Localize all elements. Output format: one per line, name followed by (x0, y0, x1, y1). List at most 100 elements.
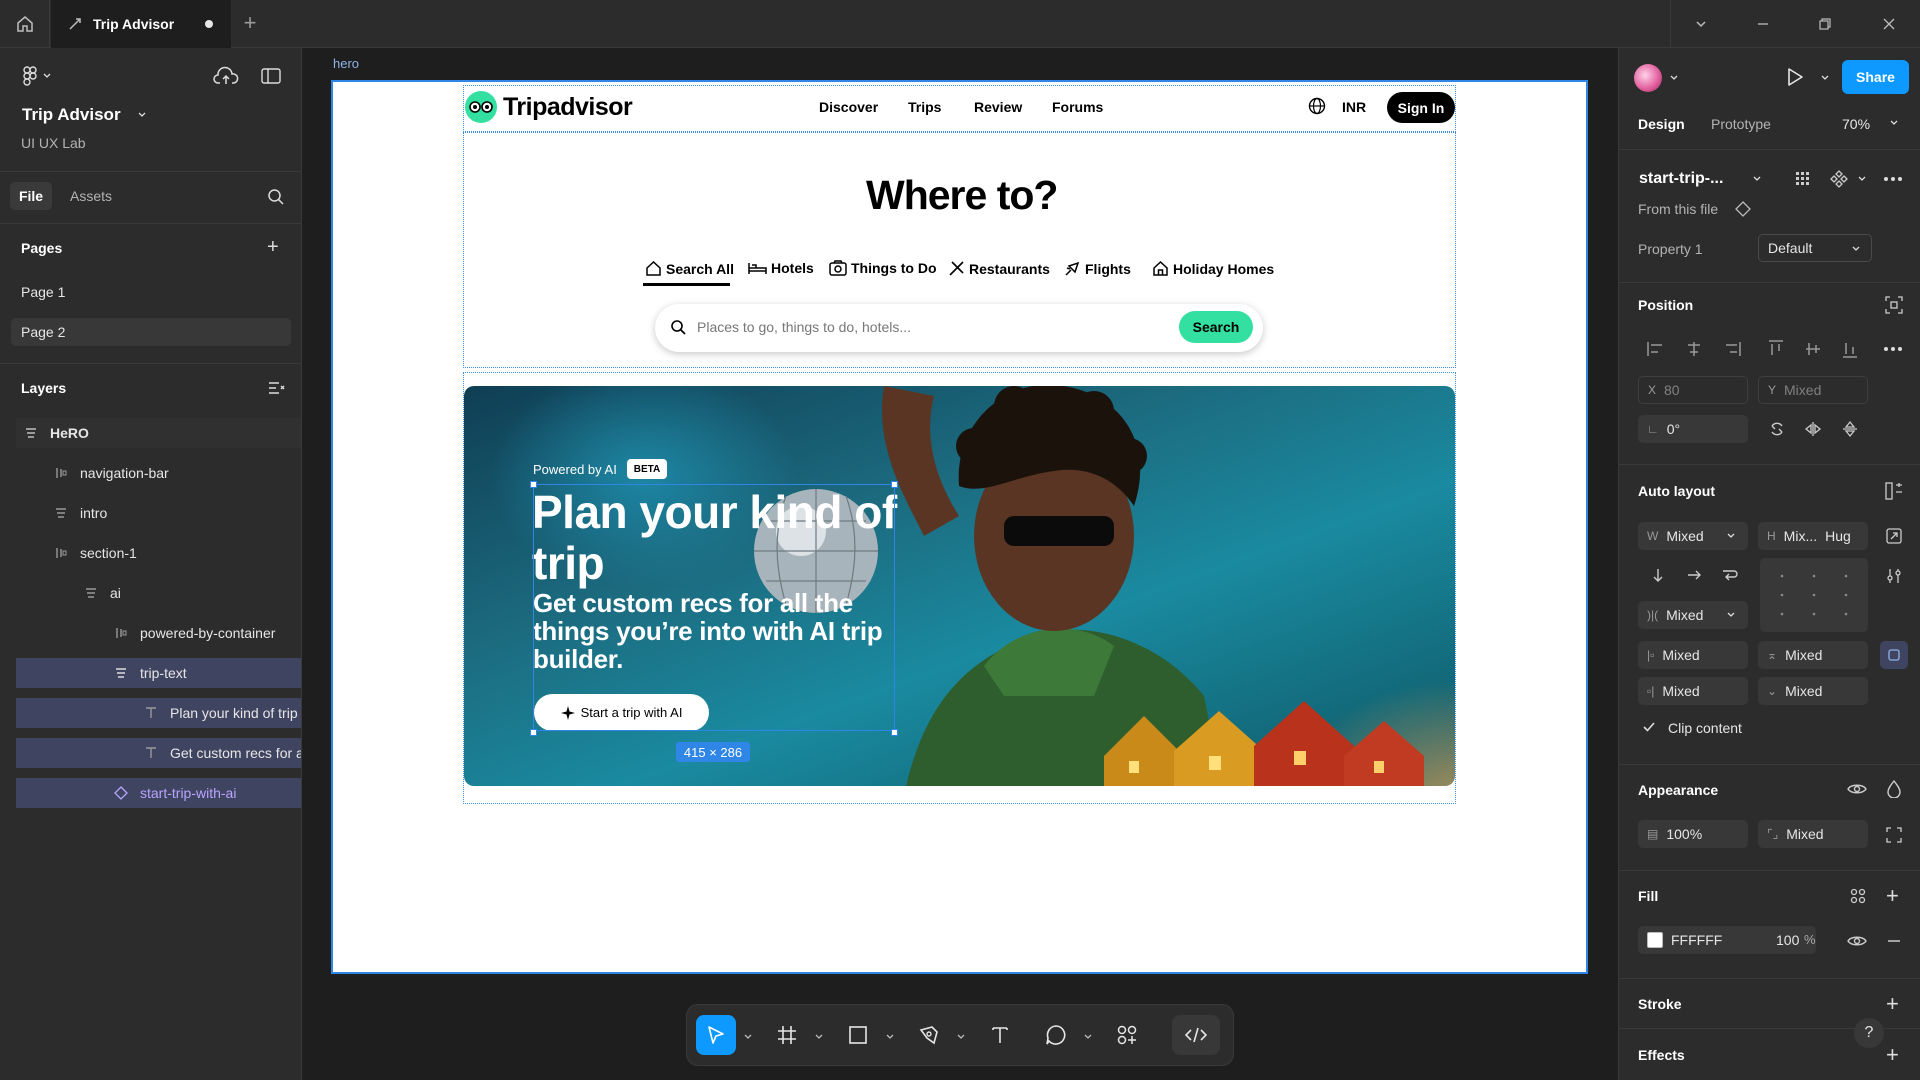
component-icon[interactable] (1829, 169, 1849, 189)
chevron-down-icon[interactable] (1669, 73, 1679, 83)
pen-tool[interactable] (909, 1015, 949, 1055)
chevron-down-icon[interactable] (1083, 1032, 1093, 1042)
dev-mode-toggle[interactable] (1172, 1015, 1220, 1055)
frame-label[interactable]: hero (333, 56, 359, 71)
chevron-down-icon[interactable] (1857, 174, 1867, 184)
add-stroke-button[interactable]: + (1886, 991, 1899, 1017)
currency-selector[interactable]: INR (1342, 99, 1366, 115)
padding-bottom-field[interactable]: ⌄ Mixed (1758, 677, 1868, 705)
color-swatch[interactable] (1647, 932, 1663, 948)
chevron-down-icon[interactable] (956, 1032, 966, 1042)
minimize-button[interactable] (1738, 0, 1788, 48)
styles-icon[interactable] (1848, 886, 1868, 906)
chevron-down-icon[interactable] (1820, 73, 1830, 83)
width-field[interactable]: W Mixed (1638, 522, 1748, 550)
new-tab-button[interactable]: + (238, 12, 262, 36)
category-holiday-homes[interactable]: Holiday Homes (1152, 260, 1274, 277)
sign-in-button[interactable]: Sign In (1387, 92, 1455, 123)
tripadvisor-logo[interactable]: Tripadvisor (465, 91, 633, 123)
avatar[interactable] (1634, 64, 1662, 92)
page-item-1[interactable]: Page 1 (11, 278, 291, 306)
remove-fill-icon[interactable] (1884, 931, 1904, 951)
toggle-sidebar-button[interactable] (261, 68, 281, 87)
resize-handle-top-left[interactable] (530, 481, 537, 488)
share-button[interactable]: Share (1842, 60, 1909, 94)
focus-frame-icon[interactable] (1884, 295, 1904, 315)
align-top-icon[interactable] (1766, 339, 1786, 359)
layer-hero[interactable]: HeRO (16, 418, 301, 448)
rotation-field[interactable]: ∟ 0° (1638, 415, 1748, 443)
category-things-to-do[interactable]: Things to Do (829, 260, 937, 276)
alignment-grid[interactable] (1760, 558, 1868, 632)
direction-vertical-icon[interactable] (1648, 565, 1668, 585)
chevron-down-icon[interactable] (814, 1032, 824, 1042)
grid-icon[interactable] (1793, 169, 1813, 189)
resize-handle-top-right[interactable] (891, 481, 898, 488)
corner-radius-field[interactable]: ⌜⌟ Mixed (1758, 820, 1868, 848)
chevron-down-icon[interactable] (1889, 118, 1899, 128)
y-field[interactable]: Y Mixed (1758, 376, 1868, 404)
align-center-vertical-icon[interactable] (1803, 339, 1823, 359)
wrap-icon[interactable] (1720, 565, 1740, 585)
flip-horizontal-icon[interactable] (1803, 419, 1823, 439)
flip-icon[interactable] (1767, 419, 1787, 439)
rectangle-tool[interactable] (838, 1015, 878, 1055)
clip-content-label[interactable]: Clip content (1668, 720, 1742, 736)
category-hotels[interactable]: Hotels (748, 260, 814, 276)
align-left-icon[interactable] (1646, 339, 1666, 359)
padding-top-field[interactable]: ⌅ Mixed (1758, 641, 1868, 669)
auto-layout-icon[interactable] (1884, 481, 1904, 501)
chevron-down-icon[interactable] (1752, 174, 1762, 184)
project-title[interactable]: Trip Advisor (22, 105, 147, 125)
resize-handle-bottom-right[interactable] (891, 729, 898, 736)
align-bottom-icon[interactable] (1840, 339, 1860, 359)
category-search-all[interactable]: Search All (645, 260, 734, 277)
text-tool[interactable] (980, 1015, 1020, 1055)
help-button[interactable]: ? (1854, 1018, 1884, 1048)
nav-discover[interactable]: Discover (819, 99, 878, 115)
clip-content-checkbox[interactable] (1642, 720, 1656, 737)
tab-prototype[interactable]: Prototype (1711, 116, 1771, 132)
category-flights[interactable]: Flights (1064, 260, 1131, 277)
globe-icon[interactable] (1308, 97, 1326, 118)
align-right-icon[interactable] (1722, 339, 1742, 359)
from-this-file[interactable]: From this file (1638, 201, 1718, 217)
chevron-down-icon[interactable] (743, 1032, 753, 1042)
resize-to-fit-icon[interactable] (1884, 526, 1904, 546)
actions-tool[interactable] (1107, 1015, 1147, 1055)
search-input[interactable]: Places to go, things to do, hotels... (697, 319, 911, 335)
close-button[interactable] (1864, 0, 1914, 48)
blend-mode-icon[interactable] (1884, 779, 1904, 799)
move-tool[interactable] (696, 1015, 736, 1055)
flip-vertical-icon[interactable] (1840, 419, 1860, 439)
align-center-horizontal-icon[interactable] (1684, 339, 1704, 359)
layout-settings-icon[interactable] (1884, 566, 1904, 586)
nav-trips[interactable]: Trips (908, 99, 941, 115)
opacity-field[interactable]: ▤ 100% (1638, 820, 1748, 848)
x-field[interactable]: X 80 (1638, 376, 1748, 404)
height-field[interactable]: H Mix... Hug (1758, 522, 1868, 550)
collapse-layers-button[interactable] (267, 380, 285, 399)
layer-navigation-bar[interactable]: navigation-bar (16, 458, 301, 488)
add-fill-button[interactable]: + (1886, 883, 1899, 909)
frame-tool[interactable] (767, 1015, 807, 1055)
layer-intro[interactable]: intro (16, 498, 301, 528)
gap-field[interactable]: )|(Mixed (1638, 601, 1748, 629)
main-menu-button[interactable] (22, 66, 52, 86)
upload-button[interactable] (213, 66, 239, 89)
comment-tool[interactable] (1036, 1015, 1076, 1055)
nav-forums[interactable]: Forums (1052, 99, 1103, 115)
layer-section-1[interactable]: section-1 (16, 538, 301, 568)
nav-review[interactable]: Review (974, 99, 1022, 115)
component-name[interactable]: start-trip-... (1639, 170, 1723, 188)
fill-color-field[interactable]: FFFFFF 100 % (1638, 926, 1816, 954)
category-restaurants[interactable]: Restaurants (948, 260, 1050, 277)
chevron-down-icon[interactable] (885, 1032, 895, 1042)
tabs-dropdown-button[interactable] (1676, 0, 1726, 48)
search-button[interactable]: Search (1179, 311, 1253, 343)
add-page-button[interactable]: + (267, 237, 279, 257)
layer-start-trip-with-ai[interactable]: start-trip-with-ai (16, 778, 301, 808)
restore-button[interactable] (1800, 0, 1850, 48)
layer-ai[interactable]: ai (16, 578, 301, 608)
more-options-icon[interactable] (1883, 169, 1903, 189)
